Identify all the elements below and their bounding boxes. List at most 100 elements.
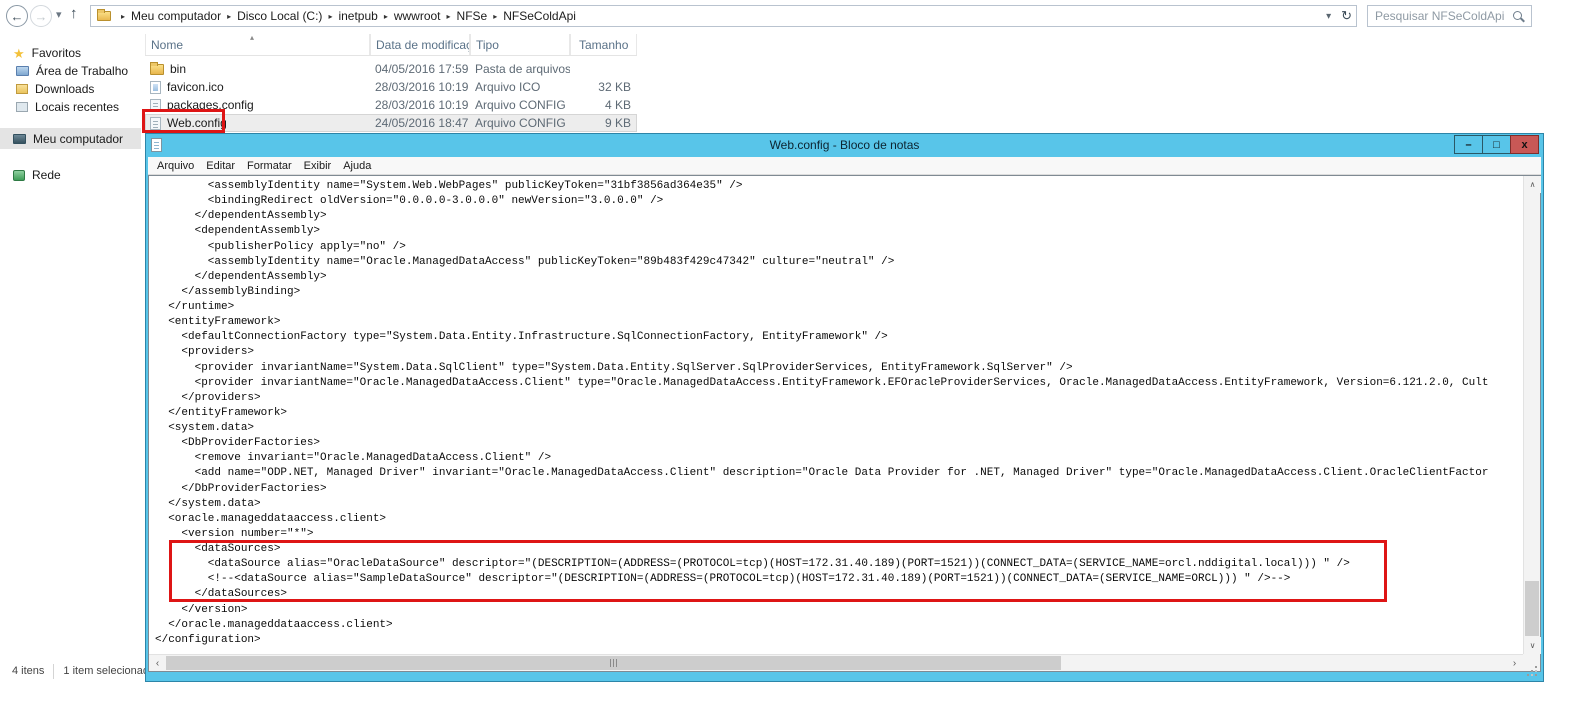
back-icon: ← — [11, 9, 24, 24]
search-icon[interactable] — [1512, 10, 1525, 23]
file-type: Arquivo CONFIG — [470, 98, 570, 112]
menu-item-formatar[interactable]: Formatar — [241, 160, 298, 172]
vertical-scrollbar[interactable]: ∧ ∨ — [1523, 176, 1540, 654]
status-separator — [53, 664, 54, 679]
explorer-sidebar: ★ Favoritos Área de Trabalho Downloads Loc… — [0, 38, 141, 238]
menu-item-exibir[interactable]: Exibir — [298, 160, 338, 172]
file-size: 4 KB — [570, 98, 637, 112]
file-name-cell: favicon.ico — [145, 80, 370, 94]
file-size: 32 KB — [570, 80, 637, 94]
file-name: bin — [170, 62, 186, 76]
ico-icon — [150, 81, 161, 94]
maximize-button[interactable]: □ — [1482, 135, 1511, 154]
search-input[interactable] — [1368, 9, 1512, 23]
file-row[interactable]: favicon.ico 28/03/2016 10:19Arquivo ICO32… — [145, 78, 637, 96]
notepad-menubar: ArquivoEditarFormatarExibirAjuda — [148, 157, 1541, 175]
breadcrumb-item[interactable]: NFSe — [457, 9, 488, 23]
breadcrumb-item[interactable]: Meu computador — [131, 9, 221, 23]
breadcrumb-separator-icon: ▸ — [121, 12, 125, 21]
scroll-right-icon[interactable]: › — [1506, 655, 1523, 672]
breadcrumb-item[interactable]: wwwroot — [394, 9, 441, 23]
horizontal-scrollbar-thumb[interactable] — [166, 656, 1061, 670]
breadcrumb-separator-icon: ▸ — [493, 12, 497, 21]
menu-item-arquivo[interactable]: Arquivo — [151, 160, 200, 172]
menu-item-editar[interactable]: Editar — [200, 160, 241, 172]
address-bar[interactable]: ▸ Meu computador ▸ Disco Local (C:) ▸ inetpub… — [90, 5, 1357, 27]
up-button[interactable]: ↑ — [70, 5, 78, 22]
window-title: Web.config - Bloco de notas — [146, 134, 1543, 157]
breadcrumb-separator-icon: ▸ — [447, 12, 451, 21]
menu-item-ajuda[interactable]: Ajuda — [337, 160, 377, 172]
breadcrumb: ▸ Meu computador ▸ Disco Local (C:) ▸ inetpub… — [115, 9, 1326, 23]
refresh-button[interactable]: ↻ — [1341, 8, 1352, 24]
notepad-titlebar[interactable]: Web.config - Bloco de notas – □ x — [146, 134, 1543, 157]
breadcrumb-separator-icon: ▸ — [328, 12, 332, 21]
sidebar-item-desktop[interactable]: Área de Trabalho — [16, 62, 141, 80]
star-icon: ★ — [13, 47, 25, 60]
file-name: favicon.ico — [167, 80, 224, 94]
resize-grip-icon — [1535, 666, 1537, 668]
desktop-icon — [16, 66, 29, 76]
items-count: 4 itens — [12, 665, 44, 677]
sidebar-item-label: Área de Trabalho — [36, 64, 128, 78]
column-header-size[interactable]: Tamanho — [570, 34, 637, 55]
forward-icon: → — [35, 9, 48, 24]
sidebar-item-label: Meu computador — [33, 132, 123, 146]
webconfig-annotation-box — [142, 109, 225, 133]
search-box — [1367, 5, 1532, 27]
column-header-name[interactable]: Nome — [145, 34, 370, 55]
breadcrumb-item[interactable]: Disco Local (C:) — [237, 9, 322, 23]
sidebar-item-computer[interactable]: Meu computador — [0, 128, 141, 149]
file-size: 9 KB — [570, 116, 637, 130]
favorites-children: Área de Trabalho Downloads Locais recentes — [16, 62, 141, 116]
scroll-up-icon[interactable]: ∧ — [1524, 176, 1541, 193]
sidebar-item-downloads[interactable]: Downloads — [16, 80, 141, 98]
column-header-type[interactable]: Tipo — [470, 34, 570, 55]
file-type: Arquivo CONFIG — [470, 116, 570, 130]
screen: ← → ▾ ↑ ▸ Meu computador ▸ Disco Local (C:)… — [0, 0, 1575, 718]
recent-icon — [16, 102, 28, 112]
minimize-button[interactable]: – — [1454, 135, 1483, 154]
downloads-icon — [16, 84, 28, 94]
scroll-down-icon[interactable]: ∨ — [1524, 637, 1541, 654]
history-dropdown-button[interactable]: ▾ — [56, 8, 62, 21]
window-controls: – □ x — [1455, 135, 1539, 154]
file-name-cell: bin — [145, 62, 370, 76]
back-button[interactable]: ← — [6, 5, 28, 27]
breadcrumb-separator-icon: ▸ — [227, 12, 231, 21]
vertical-scrollbar-thumb[interactable] — [1525, 581, 1539, 636]
breadcrumb-item[interactable]: NFSeColdApi — [503, 9, 576, 23]
file-modified: 28/03/2016 10:19 — [370, 98, 470, 112]
breadcrumb-separator-icon: ▸ — [384, 12, 388, 21]
folder-icon — [97, 11, 111, 21]
close-button[interactable]: x — [1510, 135, 1539, 154]
sidebar-item-label: Rede — [32, 168, 61, 182]
explorer-toolbar: ← → ▾ ↑ ▸ Meu computador ▸ Disco Local (C:)… — [0, 0, 1575, 33]
selected-count: 1 item selecionado — [63, 665, 155, 677]
file-list-header: Nome Data de modificaç... Tipo Tamanho ▴ — [145, 34, 637, 56]
sort-ascending-icon: ▴ — [250, 33, 254, 42]
sidebar-item-favorites[interactable]: ★ Favoritos — [0, 44, 141, 62]
resize-grip[interactable] — [1523, 654, 1540, 671]
file-modified: 24/05/2016 18:47 — [370, 116, 470, 130]
file-modified: 04/05/2016 17:59 — [370, 62, 470, 76]
file-type: Arquivo ICO — [470, 80, 570, 94]
notepad-text-area[interactable]: <assemblyIdentity name="System.Web.WebPa… — [149, 176, 1523, 654]
address-chevron-icon[interactable]: ▾ — [1326, 11, 1331, 22]
horizontal-scrollbar[interactable]: ‹ › — [149, 654, 1523, 671]
file-modified: 28/03/2016 10:19 — [370, 80, 470, 94]
column-header-modified[interactable]: Data de modificaç... — [370, 34, 470, 55]
sidebar-item-label: Favoritos — [32, 46, 81, 60]
notepad-window: Web.config - Bloco de notas – □ x Arquiv… — [145, 133, 1544, 682]
sidebar-item-recent-places[interactable]: Locais recentes — [16, 98, 141, 116]
sidebar-item-label: Downloads — [35, 82, 94, 96]
network-icon — [13, 170, 25, 181]
file-row[interactable]: bin 04/05/2016 17:59Pasta de arquivos — [145, 60, 637, 78]
breadcrumb-item[interactable]: inetpub — [338, 9, 377, 23]
datasources-annotation-box — [169, 540, 1387, 602]
file-type: Pasta de arquivos — [470, 62, 570, 76]
notepad-client-area: <assemblyIdentity name="System.Web.WebPa… — [148, 175, 1541, 672]
scroll-left-icon[interactable]: ‹ — [149, 655, 166, 672]
forward-button[interactable]: → — [30, 5, 52, 27]
sidebar-item-network[interactable]: Rede — [0, 166, 141, 184]
